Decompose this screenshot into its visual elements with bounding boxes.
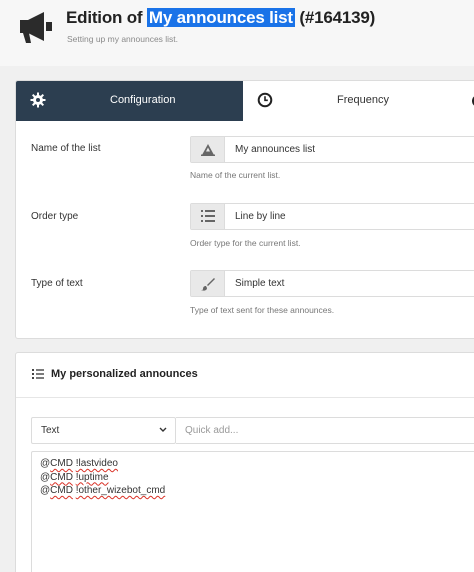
list-name-label: Name of the list xyxy=(31,143,101,154)
page-header: Edition of My announces list (#164139) S… xyxy=(0,0,474,66)
text-type-value: Simple text xyxy=(235,278,285,289)
order-type-help: Order type for the current list. xyxy=(190,238,301,248)
tab-configuration-label: Configuration xyxy=(110,94,176,106)
announce-line: @CMD !lastvideo xyxy=(40,458,118,469)
brush-addon xyxy=(191,271,225,296)
order-type-value: Line by line xyxy=(235,211,286,222)
announces-title: My personalized announces xyxy=(51,368,198,380)
list-name-field[interactable]: My announces list xyxy=(190,136,474,163)
title-suffix: (#164139) xyxy=(299,8,376,27)
chevron-down-icon xyxy=(159,427,167,432)
order-type-field[interactable]: Line by line xyxy=(190,203,474,230)
list-addon xyxy=(191,204,225,229)
tab-bar: Configuration Frequency xyxy=(16,81,474,121)
font-icon xyxy=(201,144,215,156)
list-icon xyxy=(201,210,215,222)
tab-frequency[interactable]: Frequency xyxy=(243,81,474,121)
quick-add-field[interactable] xyxy=(176,417,474,444)
page-subtitle: Setting up my announces list. xyxy=(67,34,179,44)
text-type-field[interactable]: Simple text xyxy=(190,270,474,297)
announce-line: @CMD !uptime xyxy=(40,471,109,483)
config-card: Configuration Frequency Name of the list… xyxy=(15,80,474,339)
announces-card-header: My personalized announces xyxy=(16,353,474,398)
announce-line: @CMD !other_wizebot_cmd xyxy=(40,485,166,496)
quick-add-input[interactable] xyxy=(176,418,474,443)
list-name-help: Name of the current list. xyxy=(190,170,281,180)
page-title: Edition of My announces list (#164139) xyxy=(66,8,375,28)
tab-frequency-label: Frequency xyxy=(337,94,389,106)
announce-type-value: Text xyxy=(41,425,60,436)
list-name-value: My announces list xyxy=(235,144,316,155)
megaphone-icon xyxy=(20,12,52,43)
clock-icon xyxy=(257,92,273,108)
text-type-help: Type of text sent for these announces. xyxy=(190,305,335,315)
title-highlight: My announces list xyxy=(146,8,295,27)
order-type-label: Order type xyxy=(31,211,79,222)
announces-card: My personalized announces Text @CMD !las… xyxy=(15,352,474,572)
text-type-label: Type of text xyxy=(31,278,83,289)
ordered-list-icon xyxy=(32,369,44,379)
tab-configuration[interactable]: Configuration xyxy=(16,81,243,121)
more-tab-icon[interactable] xyxy=(470,93,474,109)
title-prefix: Edition of xyxy=(66,8,143,27)
announces-textarea[interactable]: @CMD !lastvideo @CMD !uptime @CMD !other… xyxy=(31,451,474,572)
announce-type-select[interactable]: Text xyxy=(31,417,176,444)
brush-icon xyxy=(201,278,215,291)
gear-icon xyxy=(30,92,46,108)
font-addon xyxy=(191,137,225,162)
